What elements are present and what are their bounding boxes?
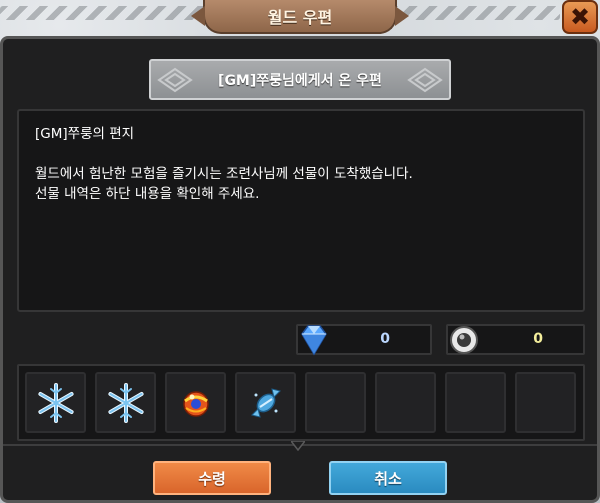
close-icon: ✖ [569, 3, 591, 31]
attachment-slots [17, 364, 585, 441]
ornament-icon [407, 67, 443, 93]
cancel-button-label: 취소 [374, 469, 402, 488]
receive-button[interactable]: 수령 [153, 461, 271, 495]
gem-icon [296, 322, 332, 358]
attachment-slot[interactable] [515, 372, 576, 433]
letter-content: [GM]쭈룽의 편지 월드에서 험난한 모험을 즐기시는 조련사님께 선물이 도… [17, 109, 585, 312]
background-decoration [0, 6, 210, 20]
orb-icon [182, 390, 209, 417]
mail-dialog: [GM]쭈룽님에게서 온 우편 [GM]쭈룽의 편지 월드에서 험난한 모험을 … [0, 36, 600, 503]
letter-title: [GM]쭈룽의 편지 [35, 126, 135, 142]
attachment-slot[interactable] [305, 372, 366, 433]
chevron-down-icon [291, 441, 305, 451]
ornament-icon [157, 67, 193, 93]
gem-amount: 0 [380, 331, 390, 347]
window-title: 월드 우편 [191, 0, 409, 34]
cancel-button[interactable]: 취소 [329, 461, 447, 495]
gem-reward: 0 [296, 322, 432, 358]
sender-title: [GM]쭈룽님에게서 온 우편 [218, 72, 382, 89]
attachment-slot[interactable] [445, 372, 506, 433]
coin-amount: 0 [533, 331, 543, 347]
coin-reward: 0 [446, 324, 585, 355]
letter-body-line: 선물 내역은 하단 내용을 확인해 주세요. [35, 186, 260, 202]
close-button[interactable]: ✖ [562, 0, 598, 34]
attachment-slot[interactable] [165, 372, 226, 433]
attachment-slot[interactable] [25, 372, 86, 433]
attachment-slot[interactable] [235, 372, 296, 433]
letter-body-line: 월드에서 험난한 모험을 즐기시는 조련사님께 선물이 도착했습니다. [35, 166, 413, 182]
candy-icon [250, 387, 281, 418]
attachment-slot[interactable] [95, 372, 156, 433]
sender-header: [GM]쭈룽님에게서 온 우편 [149, 59, 451, 100]
snowflake-icon [107, 382, 144, 423]
receive-button-label: 수령 [198, 469, 226, 488]
attachment-slot[interactable] [375, 372, 436, 433]
coin-icon [446, 322, 482, 358]
window-title-text: 월드 우편 [267, 8, 333, 27]
snowflake-icon [37, 382, 74, 423]
